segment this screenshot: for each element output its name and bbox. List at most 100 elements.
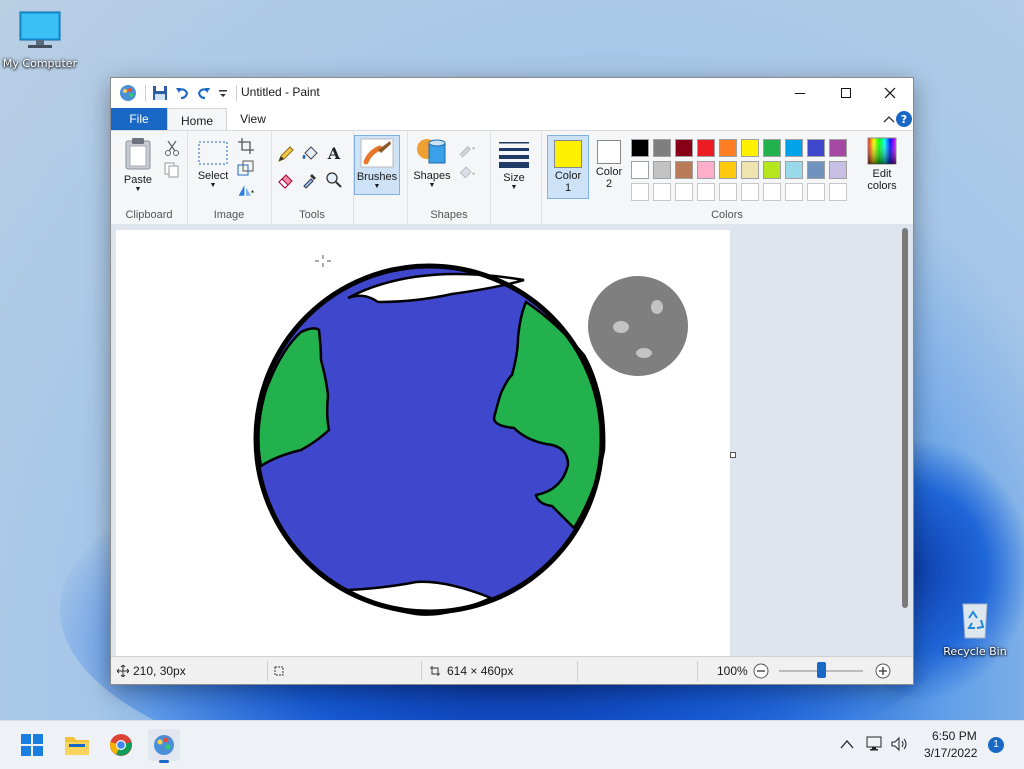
zoom-in-icon[interactable] [875,663,891,679]
palette-swatch[interactable] [631,139,649,157]
zoom-level: 100% [717,664,748,678]
desktop-icon-recycle-bin[interactable]: Recycle Bin [935,598,1015,658]
fill-bucket-icon[interactable] [301,145,319,163]
color1-button[interactable]: Color 1 [547,135,589,199]
color-picker-icon[interactable] [301,171,319,189]
palette-swatch[interactable] [719,183,737,201]
palette-swatch[interactable] [697,161,715,179]
minimize-ribbon-icon[interactable] [883,114,895,124]
text-icon[interactable]: A [325,144,343,162]
notification-badge[interactable]: 1 [988,737,1004,753]
palette-swatch[interactable] [675,139,693,157]
palette-swatch[interactable] [631,183,649,201]
tab-file[interactable]: File [111,108,167,130]
brushes-label: Brushes [356,171,398,183]
outline-icon[interactable] [458,141,476,159]
size-button[interactable]: Size ▼ [495,139,533,191]
palette-swatch[interactable] [741,183,759,201]
palette-swatch[interactable] [829,139,847,157]
palette-swatch[interactable] [785,161,803,179]
crosshair-cursor-icon [315,255,331,267]
tab-home[interactable]: Home [167,108,227,132]
edit-colors-line2: colors [867,180,897,192]
start-button[interactable] [16,729,48,761]
select-button[interactable]: Select ▼ [195,139,231,189]
palette-swatch[interactable] [631,161,649,179]
eraser-icon[interactable] [277,171,295,189]
fill-icon[interactable] [458,163,476,181]
zoom-slider-thumb[interactable] [817,662,826,678]
palette-swatch[interactable] [763,161,781,179]
palette-swatch[interactable] [829,183,847,201]
cursor-position-icon [117,665,129,677]
zoom-out-icon[interactable] [753,663,769,679]
desktop-icon-my-computer[interactable]: My Computer [0,10,80,70]
palette-swatch[interactable] [697,139,715,157]
undo-icon[interactable] [174,85,190,101]
palette-swatch[interactable] [719,161,737,179]
group-brushes: Brushes ▼ [353,131,407,224]
magnifier-icon[interactable] [325,171,343,189]
palette-swatch[interactable] [763,139,781,157]
tab-view[interactable]: View [229,108,277,130]
drawing-canvas[interactable] [116,230,730,656]
chevron-up-icon[interactable] [840,738,854,750]
volume-icon[interactable] [890,736,910,752]
palette-swatch[interactable] [807,161,825,179]
paste-button[interactable]: Paste ▼ [119,137,157,193]
vertical-scrollbar[interactable] [902,228,908,608]
color2-button[interactable]: Color 2 [591,136,627,190]
palette-swatch[interactable] [653,183,671,201]
maximize-icon [841,88,851,98]
palette-swatch[interactable] [719,139,737,157]
clock-date[interactable]: 3/17/2022 [924,746,977,760]
palette-swatch[interactable] [675,161,693,179]
network-icon[interactable] [866,736,884,752]
maximize-button[interactable] [823,78,869,108]
group-tools: A Tools [271,131,354,224]
canvas-resize-handle[interactable] [730,452,736,458]
palette-swatch[interactable] [741,139,759,157]
canvas-size-icon [430,666,440,676]
palette-swatch[interactable] [653,161,671,179]
resize-icon[interactable] [237,159,255,177]
palette-swatch[interactable] [653,139,671,157]
redo-icon[interactable] [196,85,212,101]
select-rectangle-icon [198,141,228,165]
shapes-icon [417,139,446,164]
save-icon[interactable] [152,85,168,101]
palette-swatch[interactable] [807,139,825,157]
palette-swatch[interactable] [829,161,847,179]
copy-icon[interactable] [163,161,181,179]
taskbar-chrome[interactable] [105,729,137,761]
palette-swatch[interactable] [741,161,759,179]
group-label: Image [213,209,245,221]
color1-label-line2: 1 [564,182,572,194]
close-button[interactable] [867,78,913,108]
palette-swatch[interactable] [785,183,803,201]
edit-colors-button[interactable]: Edit colors [859,137,905,192]
palette-swatch[interactable] [785,139,803,157]
quick-access-toolbar [145,84,237,102]
title-bar: Untitled - Paint [111,78,913,108]
rainbow-palette-icon [867,137,897,165]
rotate-icon[interactable] [237,181,255,199]
minimize-button[interactable] [777,78,823,108]
taskbar-paint[interactable] [148,729,180,763]
palette-swatch[interactable] [697,183,715,201]
cut-icon[interactable] [163,139,181,157]
crop-icon[interactable] [237,137,255,155]
help-icon[interactable]: ? [895,110,913,128]
active-app-indicator [159,760,169,763]
brushes-button[interactable]: Brushes ▼ [354,135,400,195]
notification-count: 1 [993,739,999,750]
pencil-icon[interactable] [277,145,295,163]
group-size: Size ▼ [489,131,542,224]
customize-qat-icon[interactable] [218,85,228,101]
palette-swatch[interactable] [675,183,693,201]
shapes-button[interactable]: Shapes ▼ [412,137,452,189]
taskbar-file-explorer[interactable] [61,729,93,761]
palette-swatch[interactable] [807,183,825,201]
palette-swatch[interactable] [763,183,781,201]
clock-time[interactable]: 6:50 PM [932,729,977,743]
